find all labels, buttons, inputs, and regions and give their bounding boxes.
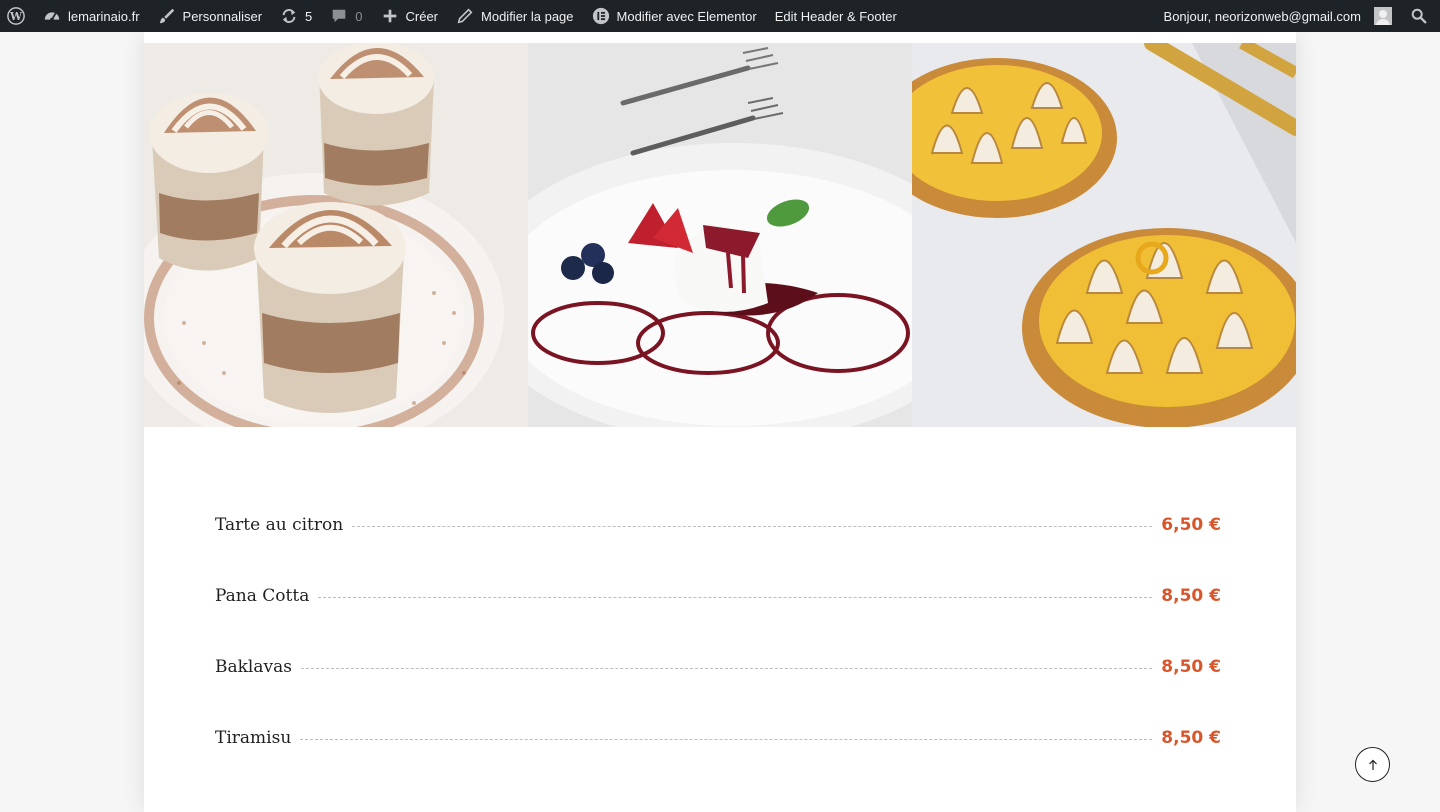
updates-icon	[280, 7, 298, 25]
tiramisu-photo[interactable]	[144, 43, 528, 427]
menu-item-price: 8,50 €	[1161, 657, 1221, 677]
menu-item-name: Tiramisu	[215, 728, 292, 748]
svg-text:W: W	[9, 10, 23, 23]
menu-item: Baklavas 8,50 €	[215, 652, 1221, 682]
customize-link[interactable]: Personnaliser	[149, 0, 272, 32]
brush-icon	[158, 7, 176, 25]
dotted-leader	[318, 597, 1153, 598]
site-name-label: lemarinaio.fr	[68, 8, 140, 24]
dotted-leader	[300, 739, 1153, 740]
dessert-gallery	[144, 43, 1296, 427]
wordpress-icon: W	[7, 7, 25, 25]
dashboard-icon	[43, 7, 61, 25]
menu-item: Tiramisu 8,50 €	[215, 723, 1221, 753]
edit-header-footer-label: Edit Header & Footer	[774, 8, 897, 24]
comments-link[interactable]: 0	[321, 0, 371, 32]
customize-label: Personnaliser	[182, 8, 263, 24]
pencil-icon	[456, 7, 474, 25]
elementor-icon	[592, 7, 610, 25]
menu-item-name: Tarte au citron	[215, 515, 344, 535]
new-content-link[interactable]: Créer	[372, 0, 448, 32]
menu-item-name: Baklavas	[215, 657, 292, 677]
menu-item: Tarte au citron 6,50 €	[215, 510, 1221, 540]
plus-icon	[381, 7, 399, 25]
menu-item: Pana Cotta 8,50 €	[215, 581, 1221, 611]
menu-item-price: 8,50 €	[1161, 728, 1221, 748]
lemon-tart-photo[interactable]	[912, 43, 1296, 427]
new-content-label: Créer	[405, 8, 439, 24]
page-content: Tarte au citron 6,50 € Pana Cotta 8,50 €…	[144, 32, 1296, 812]
updates-link[interactable]: 5	[271, 0, 321, 32]
arrow-up-icon	[1368, 759, 1377, 770]
site-name-link[interactable]: lemarinaio.fr	[34, 0, 149, 32]
menu-item-price: 6,50 €	[1161, 515, 1221, 535]
elementor-link[interactable]: Modifier avec Elementor	[583, 0, 766, 32]
panna-cotta-photo[interactable]	[528, 43, 912, 427]
back-to-top-button[interactable]	[1355, 747, 1390, 782]
greeting-label: Bonjour, neorizonweb@gmail.com	[1163, 8, 1361, 24]
avatar	[1374, 7, 1392, 25]
account-menu[interactable]: Bonjour, neorizonweb@gmail.com	[1157, 0, 1401, 32]
search-icon	[1410, 7, 1428, 25]
admin-search-button[interactable]	[1401, 0, 1440, 32]
comments-count: 0	[355, 8, 363, 24]
elementor-label: Modifier avec Elementor	[616, 8, 757, 24]
updates-count: 5	[305, 8, 313, 24]
edit-header-footer-link[interactable]: Edit Header & Footer	[766, 0, 906, 32]
admin-bar: W lemarinaio.fr Personnaliser 5 0 Créer …	[0, 0, 1440, 32]
edit-page-label: Modifier la page	[481, 8, 574, 24]
dotted-leader	[352, 526, 1153, 527]
menu-item-name: Pana Cotta	[215, 586, 310, 606]
wordpress-logo-button[interactable]: W	[0, 0, 34, 32]
dotted-leader	[300, 668, 1153, 669]
edit-page-link[interactable]: Modifier la page	[447, 0, 583, 32]
menu-item-price: 8,50 €	[1161, 586, 1221, 606]
comment-icon	[330, 7, 348, 25]
